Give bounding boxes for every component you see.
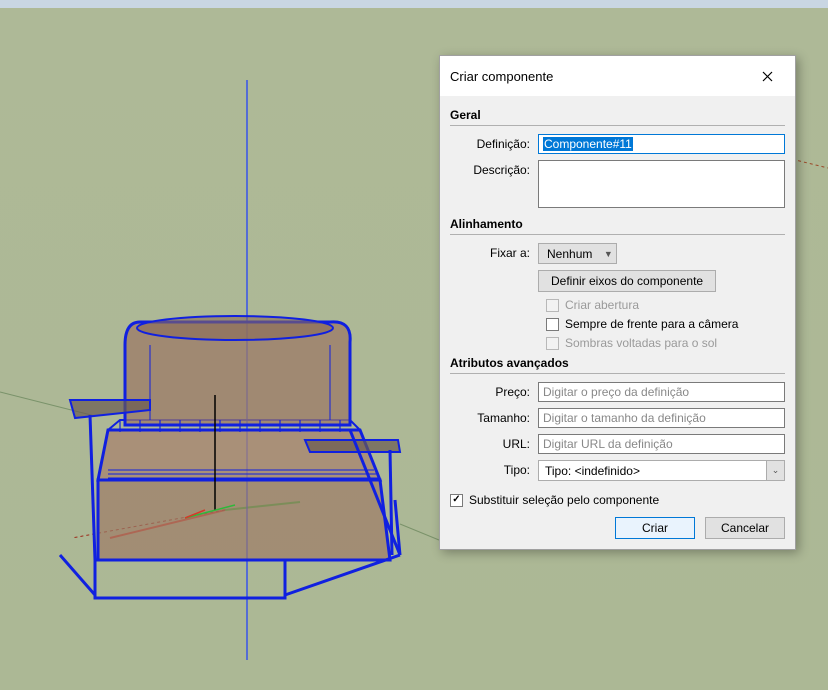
glue-label: Fixar a: xyxy=(450,243,538,260)
shadows-row: Sombras voltadas para o sol xyxy=(546,336,785,350)
always-face-checkbox[interactable] xyxy=(546,318,559,331)
chevron-down-icon: ⌄ xyxy=(766,461,784,480)
definition-input[interactable]: Componente#11 xyxy=(538,134,785,154)
replace-selection-checkbox[interactable] xyxy=(450,494,463,507)
section-advanced-header: Atributos avançados xyxy=(450,356,785,374)
create-button[interactable]: Criar xyxy=(615,517,695,539)
cancel-button[interactable]: Cancelar xyxy=(705,517,785,539)
type-select[interactable]: Tipo: <indefinido> ⌄ xyxy=(538,460,785,481)
url-label: URL: xyxy=(450,434,538,451)
create-component-dialog: Criar componente Geral Definição: Compon… xyxy=(439,55,796,550)
set-axes-button[interactable]: Definir eixos do componente xyxy=(538,270,716,292)
dialog-titlebar: Criar componente xyxy=(440,56,795,96)
cut-opening-label: Criar abertura xyxy=(565,298,639,312)
replace-selection-label: Substituir seleção pelo componente xyxy=(469,493,659,507)
cut-opening-row: Criar abertura xyxy=(546,298,785,312)
shadows-label: Sombras voltadas para o sol xyxy=(565,336,717,350)
size-input[interactable] xyxy=(538,408,785,428)
type-label: Tipo: xyxy=(450,460,538,477)
cut-opening-checkbox xyxy=(546,299,559,312)
always-face-row[interactable]: Sempre de frente para a câmera xyxy=(546,317,785,331)
price-input[interactable] xyxy=(538,382,785,402)
shadows-checkbox xyxy=(546,337,559,350)
section-general-header: Geral xyxy=(450,108,785,126)
section-alignment-header: Alinhamento xyxy=(450,217,785,235)
url-input[interactable] xyxy=(538,434,785,454)
price-label: Preço: xyxy=(450,382,538,399)
chevron-down-icon: ▼ xyxy=(600,249,616,259)
dialog-title: Criar componente xyxy=(450,69,553,84)
description-label: Descrição: xyxy=(450,160,538,177)
always-face-label: Sempre de frente para a câmera xyxy=(565,317,738,331)
close-button[interactable] xyxy=(747,64,787,88)
description-input[interactable] xyxy=(538,160,785,208)
definition-label: Definição: xyxy=(450,134,538,151)
size-label: Tamanho: xyxy=(450,408,538,425)
glue-select[interactable]: Nenhum ▼ xyxy=(538,243,617,264)
dialog-body: Geral Definição: Componente#11 Descrição… xyxy=(440,96,795,549)
close-icon xyxy=(762,71,773,82)
